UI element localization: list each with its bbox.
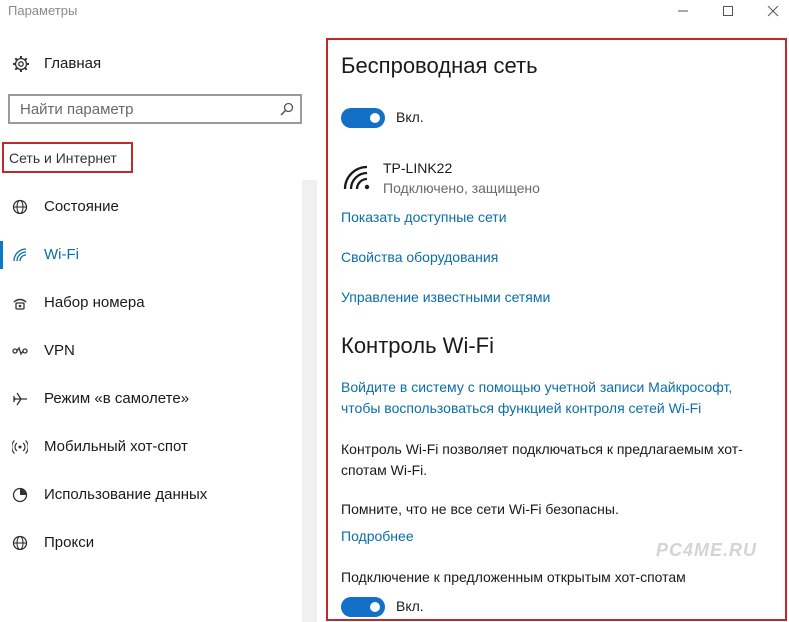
window-title: Параметры xyxy=(8,3,78,18)
search-input[interactable]: Найти параметр xyxy=(8,94,302,124)
globe-icon xyxy=(12,535,28,551)
toggle-knob xyxy=(370,602,380,612)
toggle-knob xyxy=(370,113,380,123)
security-warning: Помните, что не все сети Wi-Fi безопасны… xyxy=(341,501,619,517)
sidebar-item-data-usage[interactable]: Использование данных xyxy=(0,480,300,510)
show-networks-link[interactable]: Показать доступные сети xyxy=(341,209,507,225)
dialup-icon xyxy=(13,298,27,310)
sidebar-item-label: Состояние xyxy=(44,198,119,215)
search-icon[interactable] xyxy=(280,102,294,116)
watermark: PC4ME.RU xyxy=(656,540,758,560)
wifi-signal-icon xyxy=(343,165,370,190)
gear-icon xyxy=(13,56,29,72)
close-button[interactable] xyxy=(750,0,789,24)
hotspot-toggle-label: Вкл. xyxy=(396,598,424,614)
minimize-button[interactable] xyxy=(660,0,706,24)
sidebar-item-label: Мобильный хот-спот xyxy=(44,438,188,455)
network-status: Подключено, защищено xyxy=(383,180,540,196)
nav-home-label: Главная xyxy=(44,55,102,72)
section-title: Сеть и Интернет xyxy=(9,150,117,166)
sidebar-item-label: Wi-Fi xyxy=(44,246,79,263)
sidebar-item-hotspot[interactable]: Мобильный хот-спот xyxy=(0,432,300,462)
search-placeholder: Найти параметр xyxy=(20,101,134,118)
title-bar: Параметры xyxy=(0,0,789,24)
wifi-sense-description-line1: Контроль Wi-Fi позволяет подключаться к … xyxy=(341,441,743,457)
data-usage-icon xyxy=(12,487,28,503)
sidebar-item-label: Прокси xyxy=(44,534,95,551)
section-title-highlight: Сеть и Интернет xyxy=(2,142,133,173)
sidebar-item-label: Режим «в самолете» xyxy=(44,390,190,407)
manage-known-networks-link[interactable]: Управление известными сетями xyxy=(341,289,550,305)
airplane-icon xyxy=(12,392,27,406)
active-indicator xyxy=(0,241,3,269)
hardware-properties-link[interactable]: Свойства оборудования xyxy=(341,249,498,265)
hotspot-toggle[interactable] xyxy=(341,597,385,617)
wifi-toggle[interactable] xyxy=(341,108,385,128)
signin-link-line1[interactable]: Войдите в систему с помощью учетной запи… xyxy=(341,379,732,395)
vpn-icon xyxy=(12,346,28,356)
wifi-toggle-label: Вкл. xyxy=(396,109,424,125)
maximize-icon xyxy=(723,6,733,16)
close-icon xyxy=(767,6,779,17)
wifi-sense-title: Контроль Wi-Fi xyxy=(341,333,494,358)
wireless-title: Беспроводная сеть xyxy=(341,53,538,78)
sidebar-item-airplane[interactable]: Режим «в самолете» xyxy=(0,384,300,414)
minimize-icon xyxy=(678,10,688,12)
network-name: TP-LINK22 xyxy=(383,160,453,176)
sidebar-item-proxy[interactable]: Прокси xyxy=(0,528,300,558)
wifi-sense-description-line2: спотам Wi-Fi. xyxy=(341,462,428,478)
sidebar-item-status[interactable]: Состояние xyxy=(0,192,300,222)
wifi-icon xyxy=(13,248,27,262)
sidebar-item-label: Использование данных xyxy=(44,486,208,503)
sidebar-item-label: Набор номера xyxy=(44,294,145,311)
hotspot-icon xyxy=(12,440,28,454)
sidebar-scrollbar[interactable] xyxy=(302,180,317,622)
globe-icon xyxy=(12,199,28,215)
sidebar-item-wifi[interactable]: Wi-Fi xyxy=(0,240,300,270)
maximize-button[interactable] xyxy=(705,0,751,24)
signin-link-line2[interactable]: чтобы воспользоваться функцией контроля … xyxy=(341,400,701,416)
sidebar-item-dialup[interactable]: Набор номера xyxy=(0,288,300,318)
hotspot-label: Подключение к предложенным открытым хот-… xyxy=(341,569,686,585)
sidebar-item-label: VPN xyxy=(44,342,75,359)
sidebar-item-vpn[interactable]: VPN xyxy=(0,336,300,366)
more-info-link[interactable]: Подробнее xyxy=(341,528,414,544)
